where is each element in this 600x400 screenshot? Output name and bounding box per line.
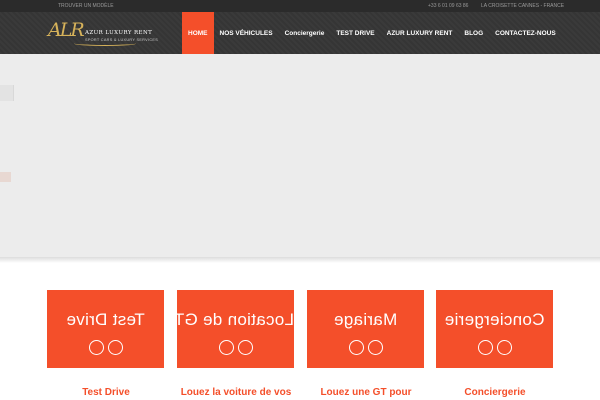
top-bar: TROUVER UN MODÈLE +33 6 01 09 63 86 LA C…	[0, 0, 600, 12]
nav-item-vehicles[interactable]: NOS VÉHICULES	[214, 12, 279, 54]
nav-item-blog[interactable]: BLOG	[458, 12, 489, 54]
phone-number[interactable]: +33 6 01 09 63 86	[428, 3, 468, 9]
slider-next-handle[interactable]	[0, 172, 11, 182]
site-logo[interactable]: ALR AZUR LUXURY RENT SPORT CARS & LUXURY…	[48, 19, 158, 47]
service-caption-concierge[interactable]: Conciergerie	[415, 387, 575, 398]
nav-item-concierge[interactable]: Conciergerie	[279, 12, 331, 54]
service-box-title: Mariage	[333, 310, 398, 329]
circle-icon	[237, 340, 253, 355]
double-circle-icon	[436, 340, 553, 355]
location-text: LA CROISETTE CANNES - FRANCE	[481, 3, 565, 9]
double-circle-icon	[47, 340, 164, 355]
double-circle-icon	[177, 340, 294, 355]
service-box-concierge[interactable]: Conciergerie	[436, 290, 553, 368]
slider-prev-handle[interactable]	[0, 85, 14, 101]
service-box-title: Location de GT	[173, 310, 294, 329]
nav-item-azur-luxury-rent[interactable]: AZUR LUXURY RENT	[381, 12, 459, 54]
circle-icon	[218, 340, 234, 355]
nav-item-test-drive[interactable]: TEST DRIVE	[330, 12, 380, 54]
circle-icon	[477, 340, 493, 355]
service-box-test-drive[interactable]: Test Drive	[47, 290, 164, 368]
logo-swoosh	[74, 41, 136, 46]
hero-slider[interactable]	[0, 54, 600, 260]
service-box-gt-rental[interactable]: Location de GT	[173, 290, 294, 368]
hero-shadow	[0, 257, 600, 263]
service-box-title: Test Drive	[66, 310, 145, 329]
nav-item-contact[interactable]: CONTACTEZ-NOUS	[489, 12, 562, 54]
find-model-link[interactable]: TROUVER UN MODÈLE	[58, 3, 114, 9]
circle-icon	[367, 340, 383, 355]
nav-item-home[interactable]: HOME	[182, 12, 214, 54]
circle-icon	[348, 340, 364, 355]
service-box-title: Conciergerie	[444, 310, 545, 329]
logo-brand-name: AZUR LUXURY RENT	[85, 30, 153, 36]
circle-icon	[88, 340, 104, 355]
service-box-wedding[interactable]: Mariage	[307, 290, 424, 368]
logo-monogram: ALR	[48, 19, 85, 41]
circle-icon	[107, 340, 123, 355]
double-circle-icon	[307, 340, 424, 355]
circle-icon	[496, 340, 512, 355]
main-nav: HOME NOS VÉHICULES Conciergerie TEST DRI…	[182, 12, 562, 54]
